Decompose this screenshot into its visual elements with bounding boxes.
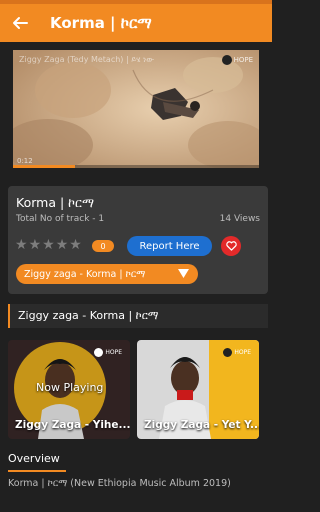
arrow-left-icon <box>13 17 28 29</box>
thumbnail-logo-text: HOPE <box>105 349 122 356</box>
thumbnail-logo-text: HOPE <box>234 349 251 356</box>
track-info-card: Korma | ኮርማ Total No of track - 1 14 Vie… <box>8 186 268 294</box>
overview-text: Korma | ኮርማ (New Ethiopia Music Album 20… <box>8 478 231 489</box>
overview-heading: Overview <box>8 452 60 465</box>
app-bar: Korma | ኮርማ <box>0 4 272 42</box>
rating-count-badge: 0 <box>92 240 114 252</box>
track-title: Korma | ኮርማ <box>16 195 94 210</box>
video-time: 0:12 <box>17 157 33 165</box>
hope-logo-icon <box>94 348 104 357</box>
back-button[interactable] <box>0 4 40 42</box>
video-frame <box>13 50 259 168</box>
page-title: Korma | ኮርማ <box>50 14 152 32</box>
heart-icon <box>225 241 237 251</box>
selected-track-label: Ziggy zaga - Korma | ኮርማ <box>24 268 146 280</box>
video-progress-bar[interactable] <box>13 165 259 168</box>
favorite-button[interactable] <box>221 236 241 256</box>
report-button[interactable]: Report Here <box>127 236 212 256</box>
thumbnail-channel-logo: HOPE <box>94 348 122 357</box>
caret-down-icon <box>178 269 189 278</box>
total-tracks: Total No of track - 1 <box>16 214 105 224</box>
related-video-card[interactable]: HOPE Now Playing Ziggy Zaga - Yihe... <box>8 340 130 439</box>
section-header: Ziggy zaga - Korma | ኮርማ <box>8 304 268 328</box>
related-video-title: Ziggy Zaga - Yet Y... <box>144 419 259 431</box>
rating-stars[interactable]: ★ ★ ★ ★ ★ <box>15 238 82 252</box>
now-playing-badge: Now Playing <box>36 381 104 394</box>
star-icon[interactable]: ★ <box>42 238 55 252</box>
thumbnail-channel-logo: HOPE <box>223 348 251 357</box>
related-video-card[interactable]: HOPE Ziggy Zaga - Yet Y... <box>137 340 259 439</box>
video-progress-fill <box>13 165 75 168</box>
hope-logo-icon <box>221 55 232 65</box>
section-title: Ziggy zaga - Korma | ኮርማ <box>18 309 159 322</box>
star-icon[interactable]: ★ <box>69 238 82 252</box>
star-icon[interactable]: ★ <box>29 238 42 252</box>
video-player[interactable]: Ziggy Zaga (Tedy Metach) | ይሄ ነው HOPE 0:… <box>13 50 259 168</box>
video-logo-text: HOPE <box>233 56 253 64</box>
overview-underline <box>8 470 66 472</box>
view-count: 14 Views <box>219 214 260 224</box>
related-video-title: Ziggy Zaga - Yihe... <box>15 419 130 431</box>
star-icon[interactable]: ★ <box>15 238 28 252</box>
track-select-dropdown[interactable]: Ziggy zaga - Korma | ኮርማ <box>16 264 198 284</box>
video-channel-logo: HOPE <box>221 55 253 65</box>
star-icon[interactable]: ★ <box>56 238 69 252</box>
hope-logo-icon <box>223 348 233 357</box>
video-caption: Ziggy Zaga (Tedy Metach) | ይሄ ነው <box>19 55 154 64</box>
